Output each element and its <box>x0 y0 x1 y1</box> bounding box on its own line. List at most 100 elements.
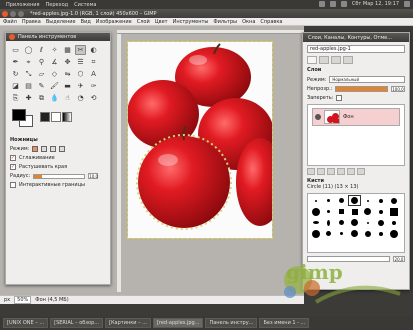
brush-item[interactable] <box>375 229 386 238</box>
layers-list[interactable]: Фон <box>307 104 405 166</box>
mode-add-button[interactable] <box>41 146 48 152</box>
brush-grid[interactable] <box>307 193 405 253</box>
rotate-icon[interactable]: ↻ <box>10 69 21 79</box>
brush-item[interactable] <box>348 195 361 206</box>
taskbar-item[interactable]: [red-apples.jpg... <box>152 318 204 328</box>
tab-layers[interactable] <box>307 56 317 64</box>
foreground-select-icon[interactable]: ◐ <box>88 45 99 55</box>
scale-icon[interactable]: ⤡ <box>23 69 34 79</box>
tab-undo[interactable] <box>343 56 353 64</box>
duplicate-layer-button[interactable] <box>337 168 345 175</box>
perspective-icon[interactable]: ◇ <box>49 69 60 79</box>
crop-icon[interactable]: ⌗ <box>88 57 99 67</box>
blur-icon[interactable]: 💧 <box>49 93 60 103</box>
mode-subtract-button[interactable] <box>50 146 57 152</box>
tab-channels[interactable] <box>319 56 329 64</box>
smudge-icon[interactable]: ☝ <box>62 93 73 103</box>
move-icon[interactable]: ✥ <box>62 57 73 67</box>
volume-icon[interactable] <box>329 1 336 7</box>
minimize-button[interactable] <box>10 10 16 17</box>
brush-item[interactable] <box>310 229 321 238</box>
network-icon[interactable] <box>318 1 325 7</box>
radius-value[interactable]: 10,0 <box>88 173 99 179</box>
raise-layer-button[interactable] <box>317 168 325 175</box>
brush-item[interactable] <box>336 229 347 238</box>
menu-view[interactable]: Вид <box>81 19 91 25</box>
bucket-fill-icon[interactable]: ◪ <box>10 81 21 91</box>
menu-select[interactable]: Выделение <box>46 19 76 25</box>
brush-indicator[interactable] <box>40 112 50 122</box>
brush-item[interactable] <box>362 196 373 205</box>
pattern-indicator[interactable] <box>51 112 61 122</box>
heal-icon[interactable]: ✚ <box>23 93 34 103</box>
ink-icon[interactable]: ✑ <box>88 81 99 91</box>
shear-icon[interactable]: ▱ <box>36 69 47 79</box>
vertical-ruler[interactable] <box>117 34 121 292</box>
brush-item[interactable] <box>362 207 373 216</box>
brush-item[interactable] <box>375 218 386 227</box>
brush-item[interactable] <box>388 207 399 216</box>
mode-replace-button[interactable] <box>32 146 39 152</box>
toolbox-close-button[interactable] <box>9 34 15 40</box>
unit-select[interactable]: px <box>4 297 10 303</box>
flip-icon[interactable]: ⇋ <box>62 69 73 79</box>
lock-checkbox[interactable] <box>336 95 343 101</box>
text-icon[interactable]: A <box>88 69 99 79</box>
menu-filters[interactable]: Фильтры <box>213 19 237 25</box>
clock[interactable]: Сбт Мар 12, 19:17 <box>352 1 399 7</box>
brush-item[interactable] <box>349 207 360 216</box>
brush-item[interactable] <box>375 207 386 216</box>
mode-intersect-button[interactable] <box>59 146 66 152</box>
taskbar-item[interactable]: [SERIAL – обзор... <box>50 318 104 328</box>
maximize-button[interactable] <box>18 10 24 17</box>
menu-places[interactable]: Переход <box>46 2 69 8</box>
layer-row[interactable]: Фон <box>312 108 400 126</box>
brush-item[interactable] <box>349 229 360 238</box>
menu-file[interactable]: Файл <box>3 19 17 25</box>
layer-name[interactable]: Фон <box>343 114 354 120</box>
brush-item[interactable] <box>362 218 373 227</box>
ellipse-select-icon[interactable]: ◯ <box>23 45 34 55</box>
foreground-color[interactable] <box>12 109 26 121</box>
mail-icon[interactable] <box>340 1 347 7</box>
brush-item[interactable] <box>375 196 386 205</box>
menu-image[interactable]: Изображение <box>96 19 132 25</box>
color-select-icon[interactable]: ▦ <box>62 45 73 55</box>
lower-layer-button[interactable] <box>327 168 335 175</box>
brush-item[interactable] <box>336 218 347 227</box>
perspective-clone-icon[interactable]: ⧉ <box>36 93 47 103</box>
brush-item[interactable] <box>336 196 347 205</box>
brush-item[interactable] <box>388 229 399 238</box>
radius-slider[interactable] <box>33 173 86 179</box>
gradient-indicator[interactable] <box>62 112 72 122</box>
cage-icon[interactable]: ⬡ <box>75 69 86 79</box>
menu-help[interactable]: Справка <box>260 19 282 25</box>
rotate-view-icon[interactable]: ⟲ <box>88 93 99 103</box>
free-select-icon[interactable]: ℓ <box>36 45 47 55</box>
menu-windows[interactable]: Окна <box>242 19 255 25</box>
menu-tools[interactable]: Инструменты <box>173 19 209 25</box>
brush-item[interactable] <box>310 218 321 227</box>
scissors-icon[interactable]: ✂ <box>75 45 86 55</box>
eraser-icon[interactable]: ▬ <box>62 81 73 91</box>
interactive-checkbox[interactable] <box>10 182 16 188</box>
anchor-layer-button[interactable] <box>347 168 355 175</box>
airbrush-icon[interactable]: ✈ <box>75 81 86 91</box>
menu-layer[interactable]: Слой <box>137 19 150 25</box>
measure-icon[interactable]: ∡ <box>49 57 60 67</box>
opacity-slider[interactable] <box>335 86 388 92</box>
paintbrush-icon[interactable]: 🖌 <box>49 81 60 91</box>
blend-icon[interactable]: ▤ <box>23 81 34 91</box>
dodge-burn-icon[interactable]: ◔ <box>75 93 86 103</box>
brush-item[interactable] <box>388 196 399 205</box>
taskbar-item[interactable]: Без имени 1 - ... <box>259 318 310 328</box>
close-button[interactable] <box>2 10 8 17</box>
opacity-value[interactable]: 100,0 <box>391 86 405 92</box>
new-layer-button[interactable] <box>307 168 315 175</box>
dock-titlebar[interactable]: Слои, Каналы, Контуры, Отме... <box>303 33 409 42</box>
menu-system[interactable]: Система <box>74 2 96 8</box>
brush-item[interactable] <box>336 207 347 216</box>
layer-mode-select[interactable]: Нормальный <box>329 76 405 83</box>
taskbar-item[interactable]: [UNIX ONE – ... <box>3 318 49 328</box>
zoom-icon[interactable]: ⚲ <box>36 57 47 67</box>
